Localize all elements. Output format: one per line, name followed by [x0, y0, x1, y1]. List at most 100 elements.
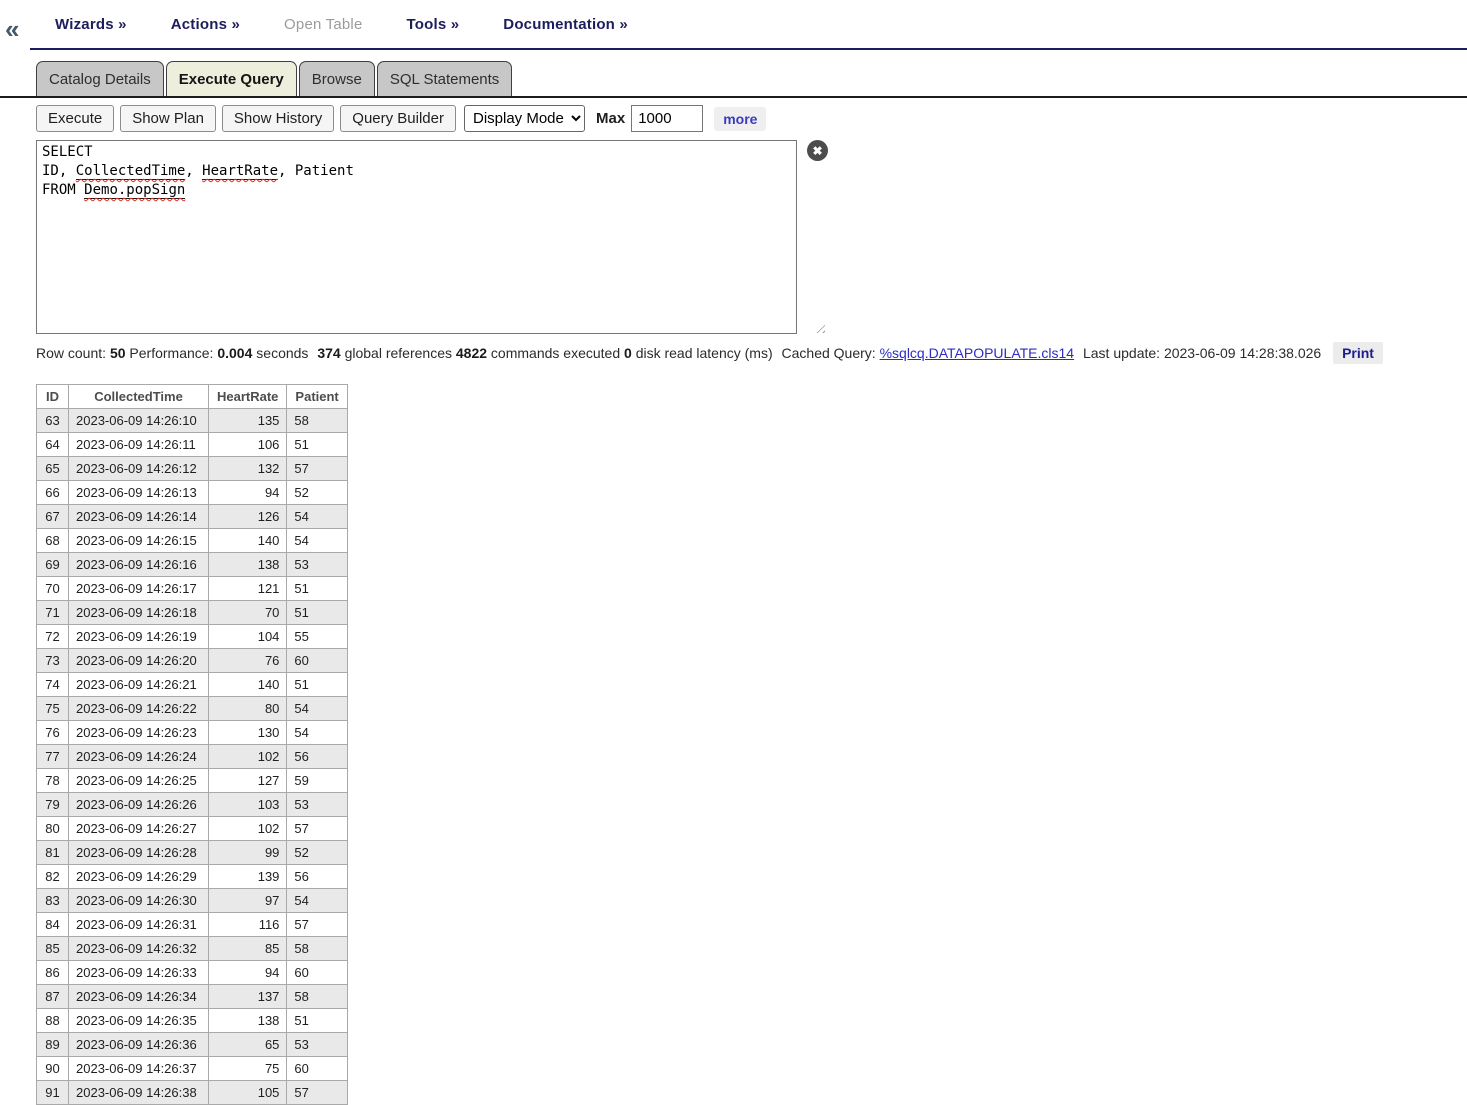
cell-heart-rate: 139 — [209, 865, 287, 889]
sql-line: SELECT — [42, 143, 791, 162]
cell-heart-rate: 97 — [209, 889, 287, 913]
cell-patient: 57 — [287, 457, 347, 481]
cell-collected-time: 2023-06-09 14:26:18 — [69, 601, 209, 625]
table-row: 692023-06-09 14:26:1613853 — [37, 553, 348, 577]
performance-label: Performance: — [129, 345, 213, 361]
cell-patient: 51 — [287, 577, 347, 601]
cell-heart-rate: 126 — [209, 505, 287, 529]
cell-heart-rate: 76 — [209, 649, 287, 673]
close-icon[interactable]: ✖ — [807, 140, 828, 161]
sql-query-editor[interactable]: SELECTID, CollectedTime, HeartRate, Pati… — [36, 140, 797, 334]
table-row: 872023-06-09 14:26:3413758 — [37, 985, 348, 1009]
query-builder-button[interactable]: Query Builder — [340, 105, 456, 132]
max-rows-input[interactable] — [631, 105, 703, 132]
sql-text: , — [185, 163, 202, 179]
cell-collected-time: 2023-06-09 14:26:22 — [69, 697, 209, 721]
cell-id: 72 — [37, 625, 69, 649]
tab-browse[interactable]: Browse — [299, 61, 375, 96]
table-row: 862023-06-09 14:26:339460 — [37, 961, 348, 985]
menu-item-wizards[interactable]: Wizards » — [55, 16, 127, 33]
cell-id: 69 — [37, 553, 69, 577]
commands-label: commands executed — [491, 345, 620, 361]
print-button[interactable]: Print — [1333, 342, 1383, 364]
disk-latency-value: 0 — [624, 345, 632, 361]
row-count-value: 50 — [110, 345, 126, 361]
cell-patient: 59 — [287, 769, 347, 793]
table-row: 792023-06-09 14:26:2610353 — [37, 793, 348, 817]
collapse-menu-icon[interactable]: « — [5, 16, 19, 42]
cell-id: 89 — [37, 1033, 69, 1057]
cell-id: 63 — [37, 409, 69, 433]
sql-text: SELECT — [42, 144, 93, 160]
cell-patient: 57 — [287, 817, 347, 841]
query-toolbar: Execute Show Plan Show History Query Bui… — [36, 105, 1467, 132]
cell-collected-time: 2023-06-09 14:26:33 — [69, 961, 209, 985]
sql-text: , Patient — [278, 163, 354, 179]
cell-id: 85 — [37, 937, 69, 961]
cell-patient: 53 — [287, 1033, 347, 1057]
disk-latency-label: disk read latency (ms) — [636, 345, 773, 361]
table-row: 712023-06-09 14:26:187051 — [37, 601, 348, 625]
cell-collected-time: 2023-06-09 14:26:36 — [69, 1033, 209, 1057]
row-count-label: Row count: — [36, 345, 106, 361]
cell-collected-time: 2023-06-09 14:26:21 — [69, 673, 209, 697]
commands-value: 4822 — [456, 345, 487, 361]
table-row: 732023-06-09 14:26:207660 — [37, 649, 348, 673]
cell-heart-rate: 130 — [209, 721, 287, 745]
cell-id: 67 — [37, 505, 69, 529]
cell-heart-rate: 99 — [209, 841, 287, 865]
cell-collected-time: 2023-06-09 14:26:20 — [69, 649, 209, 673]
column-header-heart-rate: HeartRate — [209, 385, 287, 409]
cell-id: 70 — [37, 577, 69, 601]
resize-grip[interactable] — [813, 321, 825, 333]
cell-collected-time: 2023-06-09 14:26:13 — [69, 481, 209, 505]
cell-collected-time: 2023-06-09 14:26:29 — [69, 865, 209, 889]
cell-heart-rate: 121 — [209, 577, 287, 601]
cell-patient: 60 — [287, 649, 347, 673]
cached-query-link[interactable]: %sqlcq.DATAPOPULATE.cls14 — [880, 345, 1075, 361]
more-link[interactable]: more — [714, 107, 766, 131]
cell-id: 87 — [37, 985, 69, 1009]
display-mode-select[interactable]: Display Mode — [464, 105, 585, 132]
column-header-patient: Patient — [287, 385, 347, 409]
cell-patient: 54 — [287, 529, 347, 553]
sql-text: FROM — [42, 182, 84, 198]
table-row: 642023-06-09 14:26:1110651 — [37, 433, 348, 457]
show-plan-button[interactable]: Show Plan — [120, 105, 216, 132]
cell-patient: 60 — [287, 1057, 347, 1081]
cell-heart-rate: 140 — [209, 529, 287, 553]
menu-item-tools[interactable]: Tools » — [406, 16, 459, 33]
cell-id: 90 — [37, 1057, 69, 1081]
cell-patient: 51 — [287, 433, 347, 457]
table-row: 772023-06-09 14:26:2410256 — [37, 745, 348, 769]
table-row: 882023-06-09 14:26:3513851 — [37, 1009, 348, 1033]
cell-id: 84 — [37, 913, 69, 937]
execute-button[interactable]: Execute — [36, 105, 114, 132]
table-row: 662023-06-09 14:26:139452 — [37, 481, 348, 505]
cell-collected-time: 2023-06-09 14:26:32 — [69, 937, 209, 961]
table-row: 672023-06-09 14:26:1412654 — [37, 505, 348, 529]
top-menu-bar: « Wizards » Actions » Open Table Tools »… — [0, 0, 1467, 50]
tab-strip: Catalog Details Execute Query Browse SQL… — [0, 61, 1467, 98]
cell-heart-rate: 132 — [209, 457, 287, 481]
cell-collected-time: 2023-06-09 14:26:12 — [69, 457, 209, 481]
show-history-button[interactable]: Show History — [222, 105, 334, 132]
cell-collected-time: 2023-06-09 14:26:37 — [69, 1057, 209, 1081]
cell-collected-time: 2023-06-09 14:26:19 — [69, 625, 209, 649]
table-row: 682023-06-09 14:26:1514054 — [37, 529, 348, 553]
tab-catalog-details[interactable]: Catalog Details — [36, 61, 164, 96]
menu-item-documentation[interactable]: Documentation » — [503, 16, 628, 33]
menu-items-row: Wizards » Actions » Open Table Tools » D… — [30, 0, 1467, 50]
last-update-label: Last update: — [1083, 345, 1160, 361]
menu-item-actions[interactable]: Actions » — [171, 16, 240, 33]
cell-collected-time: 2023-06-09 14:26:26 — [69, 793, 209, 817]
tab-execute-query[interactable]: Execute Query — [166, 61, 297, 96]
table-row: 822023-06-09 14:26:2913956 — [37, 865, 348, 889]
cell-id: 82 — [37, 865, 69, 889]
cell-patient: 58 — [287, 937, 347, 961]
tab-sql-statements[interactable]: SQL Statements — [377, 61, 513, 96]
cell-id: 75 — [37, 697, 69, 721]
cell-patient: 55 — [287, 625, 347, 649]
table-row: 842023-06-09 14:26:3111657 — [37, 913, 348, 937]
cell-id: 81 — [37, 841, 69, 865]
